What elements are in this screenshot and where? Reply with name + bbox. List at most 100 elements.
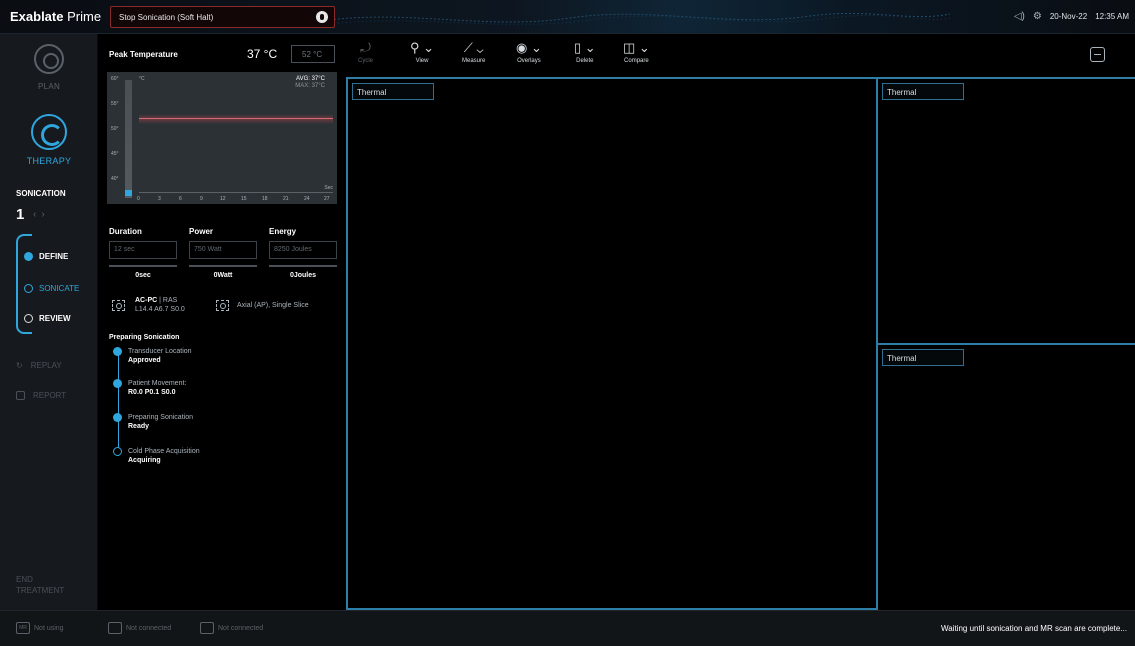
report-icon (16, 391, 25, 400)
mr-icon: MR (16, 622, 30, 634)
check-circle-icon (113, 347, 122, 356)
duration-field[interactable]: 12 sec (109, 241, 177, 259)
viewport-main[interactable]: Thermal (346, 77, 878, 610)
temperature-chart: °C 60° 55° 50° 45° 40° AVG: 37°C MAX: 37… (107, 72, 337, 204)
energy-field[interactable]: 8250 Joules (269, 241, 337, 259)
step-review-label: REVIEW (39, 314, 71, 323)
sonication-number: 1 (16, 206, 25, 223)
end-label: END (16, 575, 33, 584)
prep-item-label: Preparing Sonication (128, 414, 193, 421)
energy-gauge (269, 265, 337, 267)
replay-icon: ↻ (16, 361, 23, 370)
minimize-icon[interactable] (1090, 47, 1105, 62)
mr-status-text: Not using (34, 624, 64, 632)
check-circle-icon (113, 413, 122, 422)
energy-actual: 0Joules (289, 272, 317, 279)
slice-orientation: Axial (AP), Single Slice (213, 297, 309, 313)
slice-plane-icon (213, 297, 231, 313)
coord-values: L14.4 A6.7 S0.0 (135, 306, 185, 313)
slice-label: Axial (AP), Single Slice (237, 301, 309, 309)
target-coordinates: AC-PC | RAS L14.4 A6.7 S0.0 (109, 296, 185, 314)
peak-temperature-value: 37 °C (247, 47, 278, 61)
hand-stop-icon (316, 11, 328, 23)
sonication-panel: Peak Temperature 37 °C 52 °C °C 60° 55° … (99, 34, 344, 610)
compare-button[interactable]: ◫ ⌄ Compare (623, 40, 650, 64)
temperature-scale-bar (125, 80, 132, 198)
nav-plan-label: PLAN (37, 82, 61, 91)
max-value: 37°C (311, 83, 325, 89)
power-gauge (189, 265, 257, 267)
viewport-right-top-series[interactable]: Thermal (882, 83, 964, 100)
viewport-right-top[interactable]: Thermal (878, 77, 1135, 343)
measure-label: Measure (462, 58, 486, 64)
power-field[interactable]: 750 Watt (189, 241, 257, 259)
step-define[interactable]: DEFINE (24, 252, 68, 261)
peak-temperature-max: 52 °C (291, 45, 335, 63)
prep-item-label: Transducer Location (128, 348, 192, 355)
power-param: Power 750 Watt 0Watt (189, 227, 269, 279)
top-bar: Exablate Prime Stop Sonication (Soft Hal… (0, 0, 1135, 34)
step-define-label: DEFINE (39, 252, 69, 261)
nav-report-label: REPORT (33, 391, 67, 400)
max-label: MAX: (295, 83, 310, 89)
check-outline-icon (24, 284, 33, 293)
coord-system: AC-PC (135, 297, 158, 304)
peak-temperature-heading: Peak Temperature (109, 50, 178, 59)
cycle-icon: ⤾ (360, 40, 371, 55)
step-review[interactable]: REVIEW (24, 314, 71, 323)
viewport-main-series[interactable]: Thermal (352, 83, 434, 100)
check-circle-icon (113, 379, 122, 388)
viewport-right-bottom[interactable]: Thermal (878, 343, 1135, 610)
y-tick: 55° (111, 101, 119, 107)
header-wave-decoration (330, 0, 950, 34)
nav-report[interactable]: REPORT (16, 391, 66, 400)
y-tick: 50° (111, 126, 119, 132)
viewer-toolbar: ⤾ Cycle ⚲ ⌄ View ⟋ ⌄ Measure ◉ ⌄ Overlay… (344, 34, 1135, 76)
avg-max-readout: AVG: 37°C MAX: 37°C (295, 76, 325, 90)
step-sonicate[interactable]: SONICATE (24, 284, 79, 293)
x-tick: 27 (324, 196, 330, 202)
magnifier-icon: ⚲ ⌄ (410, 40, 435, 55)
connector-icon (108, 622, 122, 634)
prep-connector (118, 352, 119, 456)
circle-icon (24, 314, 33, 323)
chart-baseline (139, 192, 333, 193)
target-crosshair-icon (109, 297, 127, 313)
nav-therapy-label: THERAPY (26, 156, 72, 166)
measure-button[interactable]: ⟋ ⌄ Measure (462, 40, 485, 64)
duration-gauge (109, 265, 177, 267)
sonication-prev-next[interactable]: ‹› (33, 209, 50, 220)
energy-param: Energy 8250 Joules 0Joules (269, 227, 349, 279)
prep-item-label: Cold Phase Acquisition (128, 448, 200, 455)
overlays-button[interactable]: ◉ ⌄ Overlays (516, 40, 542, 64)
target-temperature-band (139, 114, 333, 124)
delete-button[interactable]: ▯ ⌄ Delete (574, 40, 596, 64)
speaker-icon[interactable]: ◁) (1014, 11, 1025, 22)
y-tick: 45° (111, 151, 119, 157)
coord-frame: RAS (162, 297, 178, 304)
x-tick: 0 (137, 196, 140, 202)
stop-sonication-label: Stop Sonication (Soft Halt) (119, 13, 214, 22)
cycle-button[interactable]: ⤾ Cycle (358, 40, 373, 64)
chevron-right-icon[interactable]: › (41, 209, 49, 220)
gear-icon[interactable]: ⚙ (1033, 11, 1042, 22)
view-button[interactable]: ⚲ ⌄ View (410, 40, 434, 64)
end-treatment-button[interactable]: END TREATMENT (16, 574, 64, 596)
nav-therapy[interactable]: THERAPY (0, 114, 98, 166)
check-circle-icon (24, 252, 33, 261)
nav-replay-label: REPLAY (30, 361, 62, 370)
ruler-icon: ⟋ ⌄ (463, 40, 484, 55)
prep-item-value: Ready (128, 423, 150, 430)
prep-item-value: Acquiring (128, 457, 161, 464)
nav-plan[interactable]: PLAN (0, 44, 98, 91)
delete-label: Delete (576, 58, 594, 64)
date-display: 20-Nov-22 (1049, 12, 1088, 21)
nav-replay[interactable]: ↻ REPLAY (16, 361, 62, 370)
stop-sonication-button[interactable]: Stop Sonication (Soft Halt) (110, 6, 335, 28)
viewport-right-bottom-series[interactable]: Thermal (882, 349, 964, 366)
y-tick: 60° (111, 76, 119, 82)
eye-icon: ◉ ⌄ (516, 40, 542, 55)
view-label: View (415, 58, 429, 64)
brain-icon (34, 44, 64, 74)
x-tick: 12 (220, 196, 226, 202)
